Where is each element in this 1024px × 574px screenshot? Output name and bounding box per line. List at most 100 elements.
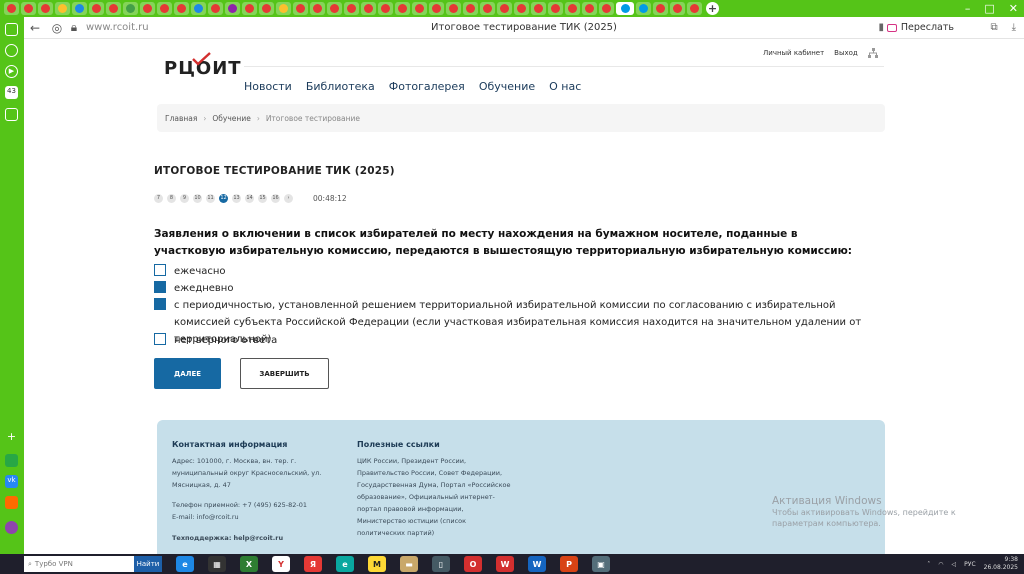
tray-arrow-icon[interactable]: ˄	[927, 561, 930, 568]
resend-button[interactable]: Переслать	[886, 22, 954, 33]
new-tab-icon[interactable]: +	[706, 2, 719, 15]
powerpoint-icon[interactable]: P	[560, 556, 578, 572]
clock[interactable]: 9:38 26.08.2025	[984, 556, 1018, 572]
tablet-icon[interactable]: ▯	[432, 556, 450, 572]
browser-tab[interactable]	[565, 2, 580, 15]
browser-tab[interactable]	[514, 2, 529, 15]
word-icon[interactable]: W	[528, 556, 546, 572]
browser-tab[interactable]	[38, 2, 53, 15]
answer-option-4[interactable]: нет верного ответа	[154, 332, 874, 349]
explorer-icon[interactable]: ▦	[208, 556, 226, 572]
question-page-button[interactable]: 15	[258, 194, 267, 203]
remote-desktop-icon[interactable]: ▣	[592, 556, 610, 572]
browser-tab[interactable]	[636, 2, 651, 15]
folder-icon[interactable]: ▬	[400, 556, 418, 572]
yandex-icon[interactable]: Я	[304, 556, 322, 572]
edge-icon[interactable]: e	[336, 556, 354, 572]
taskbar-search-button[interactable]: Найти	[134, 556, 162, 572]
browser-tab[interactable]	[21, 2, 36, 15]
browser-tab[interactable]	[412, 2, 427, 15]
app-icon[interactable]	[5, 454, 18, 467]
answer-checkbox[interactable]	[154, 264, 166, 276]
counter-badge[interactable]: 43	[5, 86, 18, 99]
language-indicator[interactable]: РУС	[964, 561, 975, 568]
question-page-button[interactable]: 14	[245, 194, 254, 203]
download-icon[interactable]: ⤓	[1012, 22, 1016, 33]
browser-tab[interactable]	[157, 2, 172, 15]
answer-option-1[interactable]: ежечасно	[154, 263, 874, 280]
sitemap-icon[interactable]	[867, 48, 878, 58]
browser-tab[interactable]	[446, 2, 461, 15]
browser-tab[interactable]	[174, 2, 189, 15]
nav-item[interactable]: Фотогалерея	[389, 80, 465, 93]
edge-legacy-icon[interactable]: e	[176, 556, 194, 572]
volume-icon[interactable]: ◁	[952, 561, 957, 568]
add-icon[interactable]: +	[5, 431, 18, 444]
personal-cabinet-link[interactable]: Личный кабинет	[763, 49, 824, 57]
browser-tab[interactable]	[106, 2, 121, 15]
ok-icon[interactable]	[5, 496, 18, 509]
question-page-button[interactable]: 9	[180, 194, 189, 203]
browser-tab[interactable]	[327, 2, 342, 15]
question-page-button[interactable]: 8	[167, 194, 176, 203]
logout-link[interactable]: Выход	[834, 49, 858, 57]
downloads-icon[interactable]	[5, 108, 18, 121]
browser-tab[interactable]	[4, 2, 19, 15]
browser-tab[interactable]	[616, 2, 634, 15]
browser-tab[interactable]	[653, 2, 668, 15]
wps-icon[interactable]: W	[496, 556, 514, 572]
question-page-button[interactable]: 16	[271, 194, 280, 203]
browser-tab[interactable]	[310, 2, 325, 15]
excel-icon[interactable]: X	[240, 556, 258, 572]
browser-tab[interactable]	[599, 2, 614, 15]
browser-tab[interactable]	[208, 2, 223, 15]
browser-tab[interactable]	[548, 2, 563, 15]
browser-tab[interactable]	[395, 2, 410, 15]
browser-tab[interactable]	[225, 2, 240, 15]
browser-tab[interactable]	[582, 2, 597, 15]
nav-item[interactable]: О нас	[549, 80, 581, 93]
play-icon[interactable]: ▶	[5, 65, 18, 78]
breadcrumb-training[interactable]: Обучение	[212, 114, 250, 123]
back-icon[interactable]: ←	[24, 21, 46, 35]
minimize-icon[interactable]: –	[965, 2, 971, 15]
browser-tab[interactable]	[72, 2, 87, 15]
nav-item[interactable]: Обучение	[479, 80, 535, 93]
next-button[interactable]: ДАЛЕЕ	[154, 358, 221, 389]
contact-email[interactable]: E-mail: info@rcoit.ru	[172, 511, 342, 523]
question-page-button[interactable]: 10	[193, 194, 202, 203]
browser-tab[interactable]	[670, 2, 685, 15]
answer-option-2[interactable]: ежедневно	[154, 280, 874, 297]
close-icon[interactable]: ✕	[1009, 2, 1018, 15]
browser-tab[interactable]	[259, 2, 274, 15]
question-page-button[interactable]: 13	[232, 194, 241, 203]
browser-tab[interactable]	[191, 2, 206, 15]
browser-tab[interactable]	[89, 2, 104, 15]
opera-icon[interactable]: O	[464, 556, 482, 572]
question-page-button[interactable]: 12	[219, 194, 228, 203]
answer-checkbox[interactable]	[154, 281, 166, 293]
collections-icon[interactable]	[5, 23, 18, 36]
browser-tab[interactable]	[140, 2, 155, 15]
question-page-button[interactable]: ›	[284, 194, 293, 203]
browser-tab[interactable]	[480, 2, 495, 15]
browser-tab[interactable]	[344, 2, 359, 15]
vk-icon[interactable]: vk	[5, 475, 18, 488]
taskbar-search-input[interactable]: ⌕ Турбо VPN	[24, 556, 134, 572]
answer-checkbox[interactable]	[154, 333, 166, 345]
extensions-icon[interactable]: ⧉	[990, 22, 997, 33]
nav-item[interactable]: Новости	[244, 80, 292, 93]
browser-tab[interactable]	[687, 2, 702, 15]
network-icon[interactable]: ◠	[938, 561, 943, 568]
maximize-icon[interactable]: □	[984, 2, 994, 15]
site-logo[interactable]: РЦОИТ	[164, 52, 242, 79]
browser-tab[interactable]	[497, 2, 512, 15]
question-page-button[interactable]: 7	[154, 194, 163, 203]
browser-tab[interactable]	[429, 2, 444, 15]
browser-tab[interactable]	[463, 2, 478, 15]
browser-tab[interactable]	[276, 2, 291, 15]
nav-item[interactable]: Библиотека	[306, 80, 375, 93]
answer-checkbox[interactable]	[154, 298, 166, 310]
question-page-button[interactable]: 11	[206, 194, 215, 203]
breadcrumb-home[interactable]: Главная	[165, 114, 197, 123]
